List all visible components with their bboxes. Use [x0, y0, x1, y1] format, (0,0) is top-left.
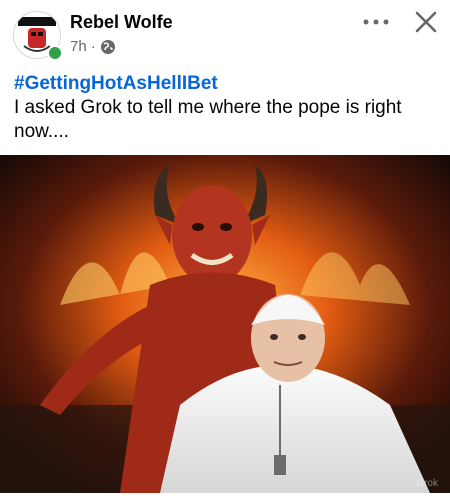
more-options-button[interactable] — [360, 14, 392, 30]
online-status-dot — [47, 45, 63, 61]
post-image[interactable]: Grok — [0, 155, 450, 493]
post-text: I asked Grok to tell me where the pope i… — [14, 97, 402, 142]
globe-icon — [100, 39, 116, 55]
post-image-illustration — [0, 155, 450, 493]
post-time[interactable]: 7h — [70, 38, 87, 55]
post-meta: 7h · — [70, 38, 116, 55]
hashtag-link[interactable]: #GettingHotAsHellIBet — [14, 72, 434, 96]
post-caption: #GettingHotAsHellIBet I asked Grok to te… — [14, 72, 434, 144]
meta-separator: · — [90, 38, 96, 55]
close-button[interactable] — [413, 9, 439, 35]
close-icon — [415, 11, 437, 33]
more-options-icon — [363, 19, 389, 25]
profile-avatar[interactable] — [13, 11, 63, 61]
image-watermark: Grok — [416, 478, 438, 489]
post-header: Rebel Wolfe 7h · — [0, 0, 450, 66]
author-name[interactable]: Rebel Wolfe — [70, 12, 173, 33]
